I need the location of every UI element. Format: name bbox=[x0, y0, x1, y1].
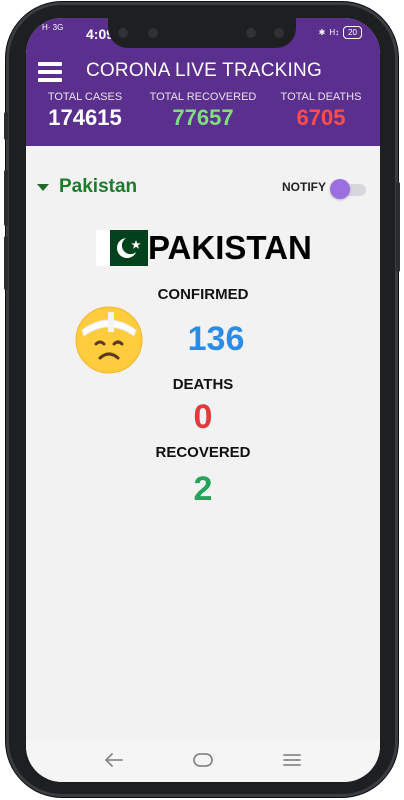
stat-value: 77657 bbox=[172, 105, 234, 130]
volume-up-button bbox=[4, 112, 8, 140]
front-camera-dot-2 bbox=[246, 28, 256, 38]
dropdown-caret-icon[interactable] bbox=[37, 184, 49, 191]
country-dropdown[interactable]: Pakistan bbox=[59, 176, 137, 198]
stat-value: 174615 bbox=[48, 105, 122, 130]
deaths-label: DEATHS bbox=[172, 376, 234, 393]
network-indicator: H· 3G bbox=[42, 23, 64, 32]
stat-label: TOTAL DEATHS bbox=[280, 91, 362, 103]
hamburger-menu-icon[interactable] bbox=[38, 62, 62, 82]
system-nav-bar bbox=[26, 740, 380, 782]
power-button bbox=[396, 182, 400, 272]
app-title: CORONA LIVE TRACKING bbox=[86, 60, 322, 81]
pakistan-flag-icon bbox=[96, 230, 148, 266]
recents-menu-icon[interactable] bbox=[280, 750, 304, 770]
battery-indicator: 20 bbox=[343, 26, 362, 39]
confirmed-label: CONFIRMED bbox=[157, 286, 249, 303]
stat-label: TOTAL RECOVERED bbox=[149, 91, 257, 103]
global-stats: TOTAL CASES 174615 TOTAL RECOVERED 77657… bbox=[26, 91, 380, 131]
stat-total-cases: TOTAL CASES 174615 bbox=[26, 91, 144, 131]
deaths-value: 0 bbox=[193, 398, 213, 436]
stat-total-deaths: TOTAL DEATHS 6705 bbox=[262, 91, 380, 131]
back-arrow-icon[interactable] bbox=[102, 750, 126, 770]
status-right: ✱ H↕ 20 bbox=[319, 26, 362, 39]
recovered-value: 2 bbox=[193, 470, 213, 508]
stat-total-recovered: TOTAL RECOVERED 77657 bbox=[144, 91, 262, 131]
sensor-dot-2 bbox=[274, 28, 284, 38]
recovered-label: RECOVERED bbox=[155, 444, 251, 461]
confirmed-value: 136 bbox=[187, 320, 245, 358]
sensor-dot bbox=[148, 28, 158, 38]
notify-toggle-thumb[interactable] bbox=[330, 179, 350, 199]
stat-label: TOTAL CASES bbox=[47, 91, 123, 103]
stat-value: 6705 bbox=[296, 105, 346, 130]
volume-extra-button bbox=[4, 236, 8, 290]
signal-icon: H↕ bbox=[329, 28, 340, 37]
camera-notch bbox=[108, 18, 296, 48]
home-icon[interactable] bbox=[191, 750, 215, 770]
bluetooth-icon: ✱ bbox=[318, 28, 326, 37]
country-heading: PAKISTAN bbox=[96, 228, 312, 268]
notify-label: NOTIFY bbox=[282, 180, 326, 194]
front-camera-dot bbox=[118, 28, 128, 38]
country-title: PAKISTAN bbox=[148, 229, 312, 266]
country-selector-row: Pakistan NOTIFY bbox=[34, 176, 372, 206]
volume-down-button bbox=[4, 170, 8, 226]
bandaged-face-emoji-icon bbox=[74, 304, 144, 374]
app-screen: H· 3G 4:09 ✱ H↕ 20 CORONA LIVE TRACKING … bbox=[26, 18, 380, 782]
